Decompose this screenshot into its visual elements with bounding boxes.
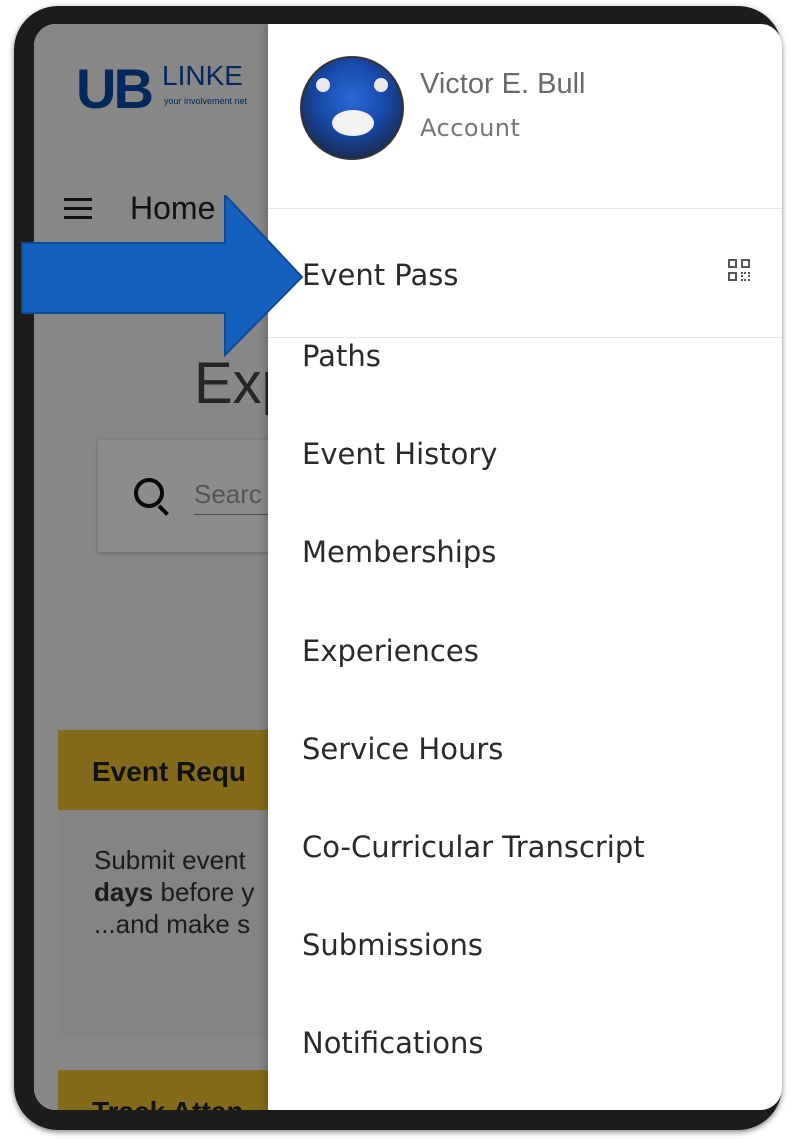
menu-item-label: Co-Curricular Transcript bbox=[302, 830, 645, 864]
navigation-drawer: Victor E. Bull Account Event Pass Paths … bbox=[268, 24, 782, 1110]
menu-item-label: Experiences bbox=[302, 634, 479, 668]
menu-item-label: Submissions bbox=[302, 928, 484, 962]
menu-item-label: Event History bbox=[302, 437, 498, 471]
annotation-arrow-icon bbox=[21, 195, 304, 358]
account-header[interactable]: Victor E. Bull Account bbox=[268, 24, 782, 209]
account-link[interactable]: Account bbox=[420, 114, 520, 142]
menu-item-label: Service Hours bbox=[302, 732, 504, 766]
menu-item-experiences[interactable]: Experiences bbox=[268, 634, 782, 732]
menu-item-co-curricular-transcript[interactable]: Co-Curricular Transcript bbox=[268, 830, 782, 928]
menu-item-notifications[interactable]: Notifications bbox=[268, 1026, 782, 1110]
avatar[interactable] bbox=[300, 56, 404, 160]
avatar-horn-right bbox=[374, 78, 388, 92]
menu-item-label: Memberships bbox=[302, 535, 497, 569]
menu-item-paths[interactable]: Paths bbox=[268, 339, 782, 437]
avatar-horn-left bbox=[316, 78, 330, 92]
menu-item-memberships[interactable]: Memberships bbox=[268, 535, 782, 633]
menu-item-event-history[interactable]: Event History bbox=[268, 437, 782, 535]
phone-screen: UB LINKE your involvement net Home Exp E… bbox=[34, 24, 782, 1110]
qr-code-icon bbox=[728, 259, 752, 289]
menu-item-label: Event Pass bbox=[302, 258, 459, 292]
menu-item-event-pass[interactable]: Event Pass bbox=[268, 225, 782, 338]
user-name: Victor E. Bull bbox=[420, 68, 586, 100]
menu-item-service-hours[interactable]: Service Hours bbox=[268, 732, 782, 830]
menu-item-label: Notifications bbox=[302, 1026, 484, 1060]
avatar-snout bbox=[332, 110, 374, 136]
menu-item-submissions[interactable]: Submissions bbox=[268, 928, 782, 1026]
